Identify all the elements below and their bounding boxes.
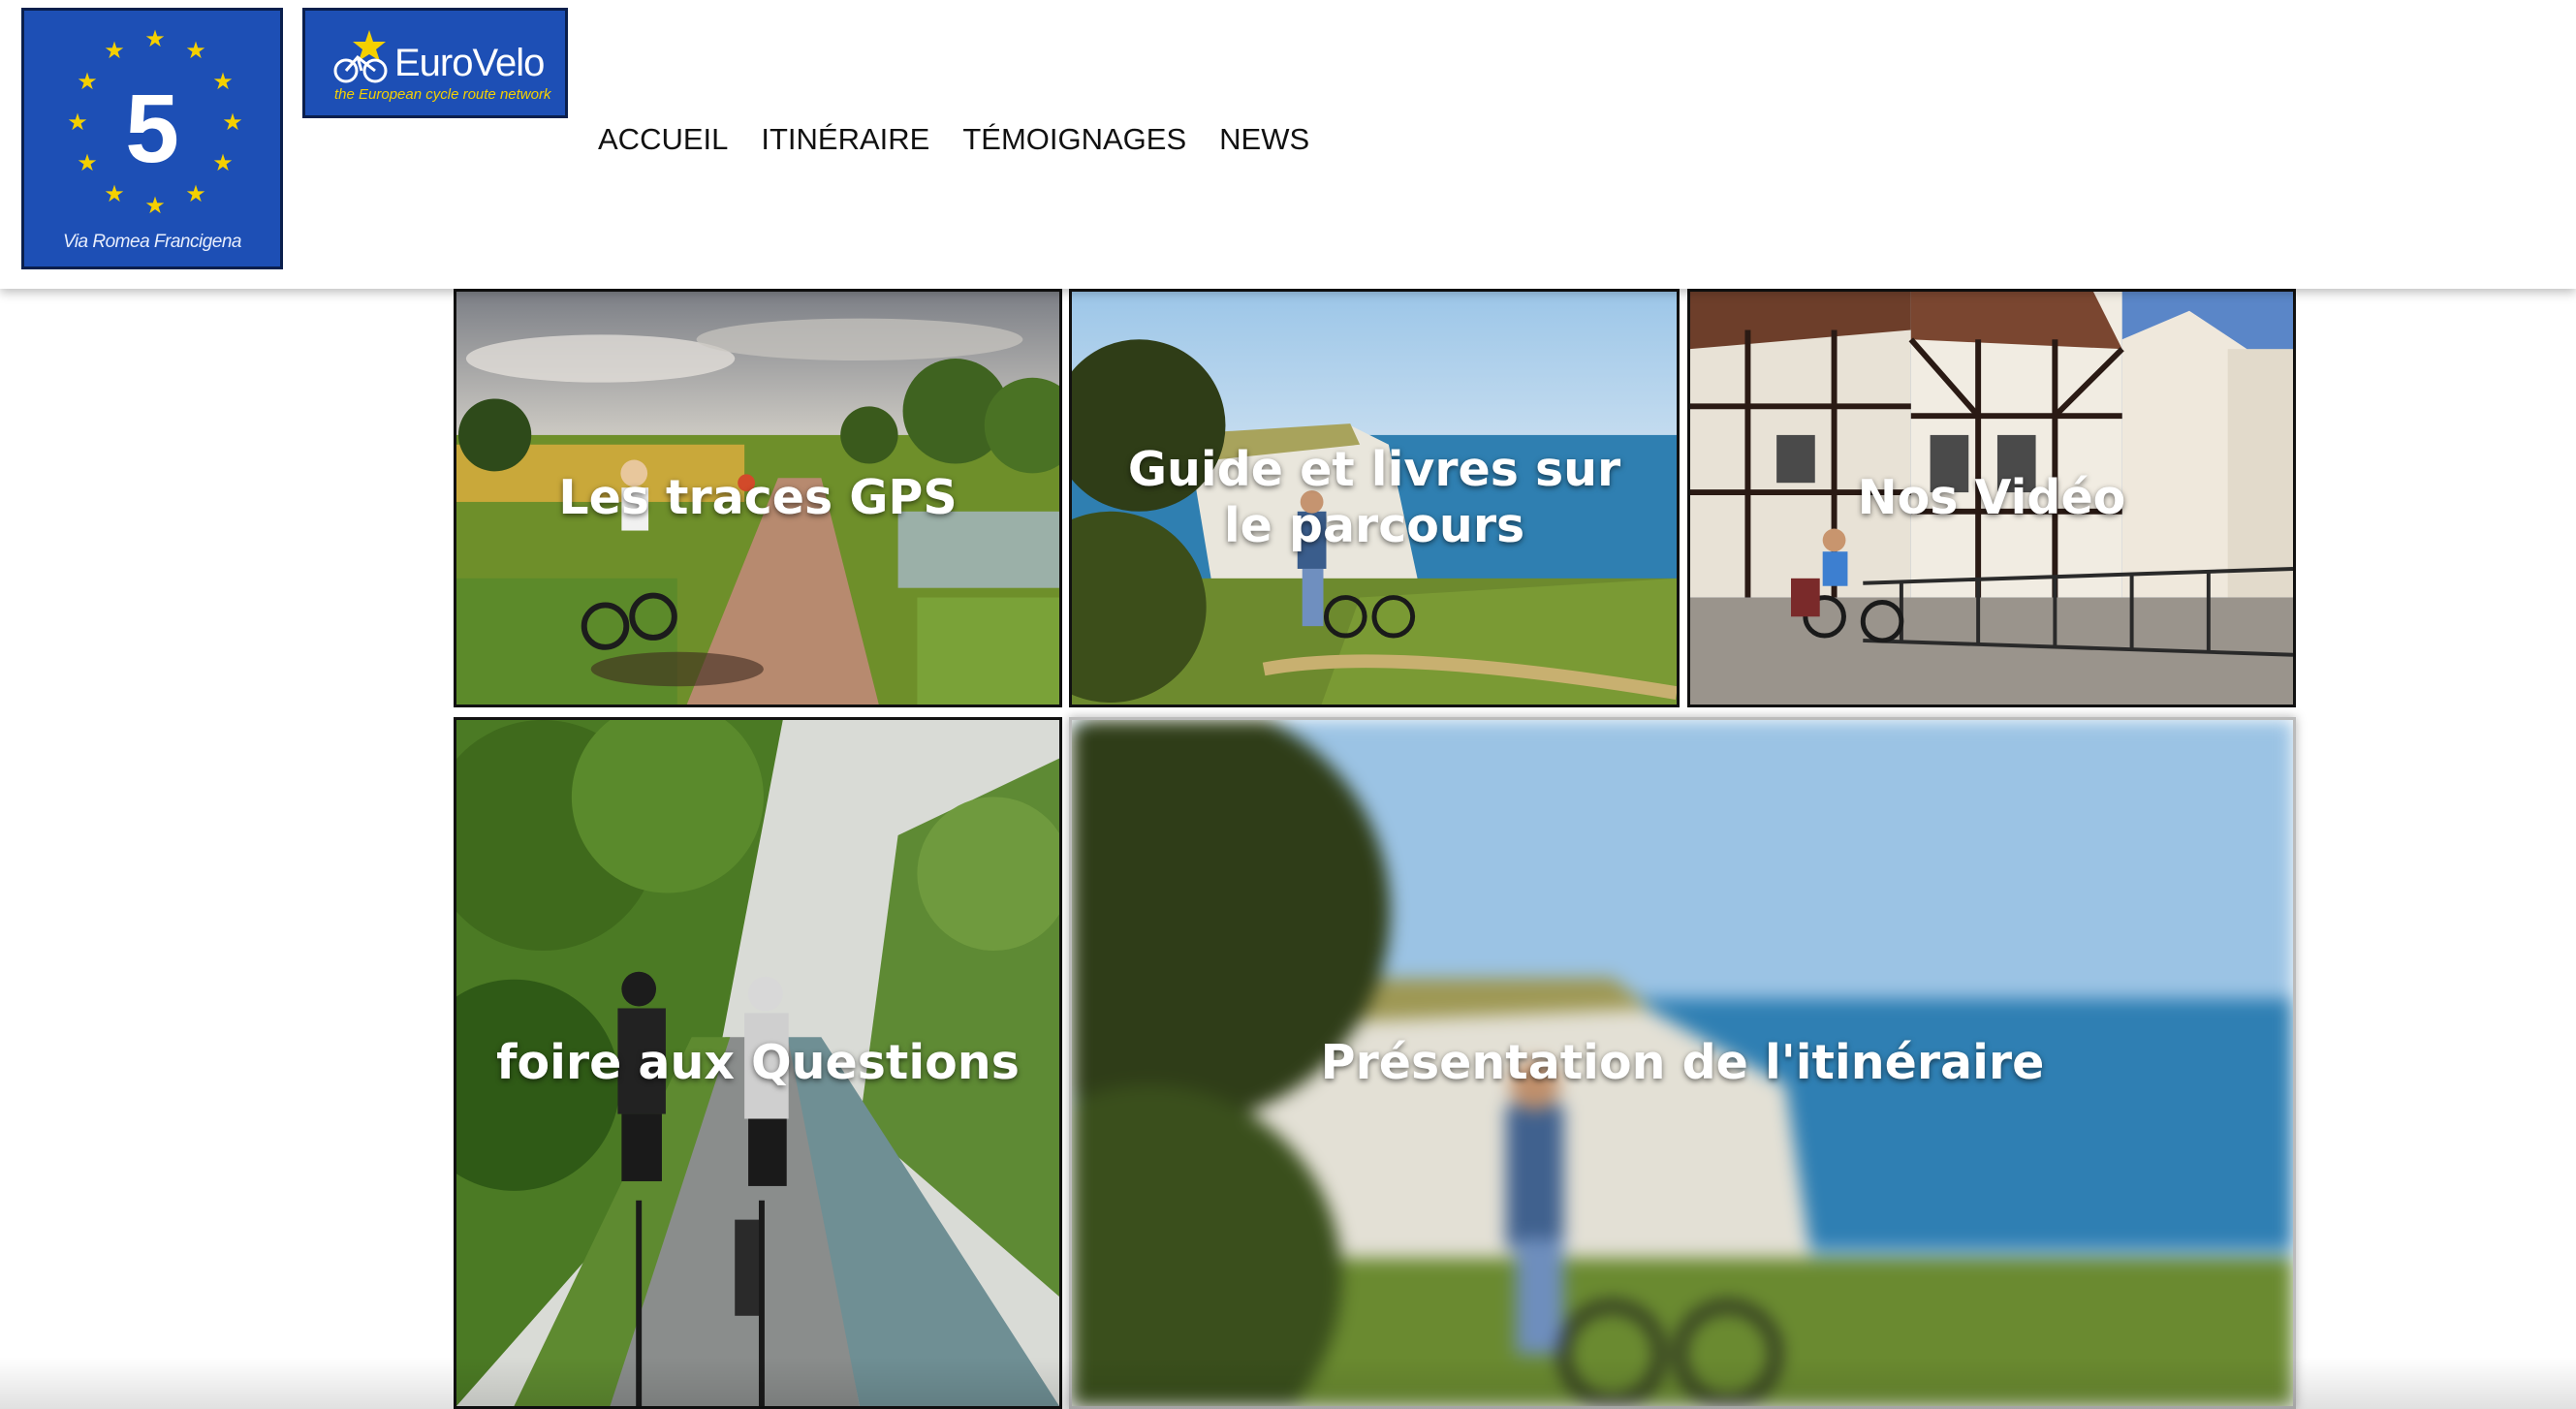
star-icon: ★: [144, 193, 166, 219]
star-icon: ★: [144, 26, 166, 52]
tile-label: foire aux Questions: [496, 1035, 1020, 1090]
eurovelo-logo[interactable]: EuroVelo the European cycle route networ…: [302, 8, 568, 118]
tile-faq[interactable]: foire aux Questions: [454, 717, 1062, 1409]
eurovelo-tagline: the European cycle route network: [334, 86, 551, 103]
tile-itinerary-presentation[interactable]: Présentation de l'itinéraire: [1069, 717, 2296, 1409]
tile-label: Présentation de l'itinéraire: [1320, 1035, 2045, 1090]
tile-gps-traces[interactable]: Les traces GPS: [454, 289, 1062, 707]
route-number: 5: [125, 75, 179, 183]
cyclist-star-icon: [333, 30, 388, 83]
logo-caption: Via Romea Francigena: [63, 232, 241, 252]
tile-label: Les traces GPS: [558, 470, 958, 525]
eurovelo-5-logo[interactable]: ★ ★ ★ ★ ★ ★ ★ ★ ★ ★ ★ ★ 5 Via Romea Fran…: [21, 8, 283, 269]
nav-temoignages[interactable]: TÉMOIGNAGES: [962, 118, 1186, 161]
eurovelo-name: EuroVelo: [394, 42, 545, 84]
star-icon: ★: [104, 38, 125, 64]
star-icon: ★: [185, 38, 206, 64]
tile-guides-books[interactable]: Guide et livres sur le parcours: [1069, 289, 1680, 707]
star-icon: ★: [104, 181, 125, 207]
site-header: ★ ★ ★ ★ ★ ★ ★ ★ ★ ★ ★ ★ 5 Via Romea Fran…: [0, 0, 2576, 289]
tile-label: Nos Vidéo: [1857, 470, 2126, 525]
tile-videos[interactable]: Nos Vidéo: [1687, 289, 2296, 707]
nav-itineraire[interactable]: ITINÉRAIRE: [761, 118, 929, 161]
main-nav: ACCUEIL ITINÉRAIRE TÉMOIGNAGES NEWS: [598, 118, 1342, 161]
nav-news[interactable]: NEWS: [1219, 118, 1309, 161]
tile-label: Guide et livres sur le parcours: [1127, 442, 1621, 553]
nav-accueil[interactable]: ACCUEIL: [598, 118, 728, 161]
star-icon: ★: [185, 181, 206, 207]
